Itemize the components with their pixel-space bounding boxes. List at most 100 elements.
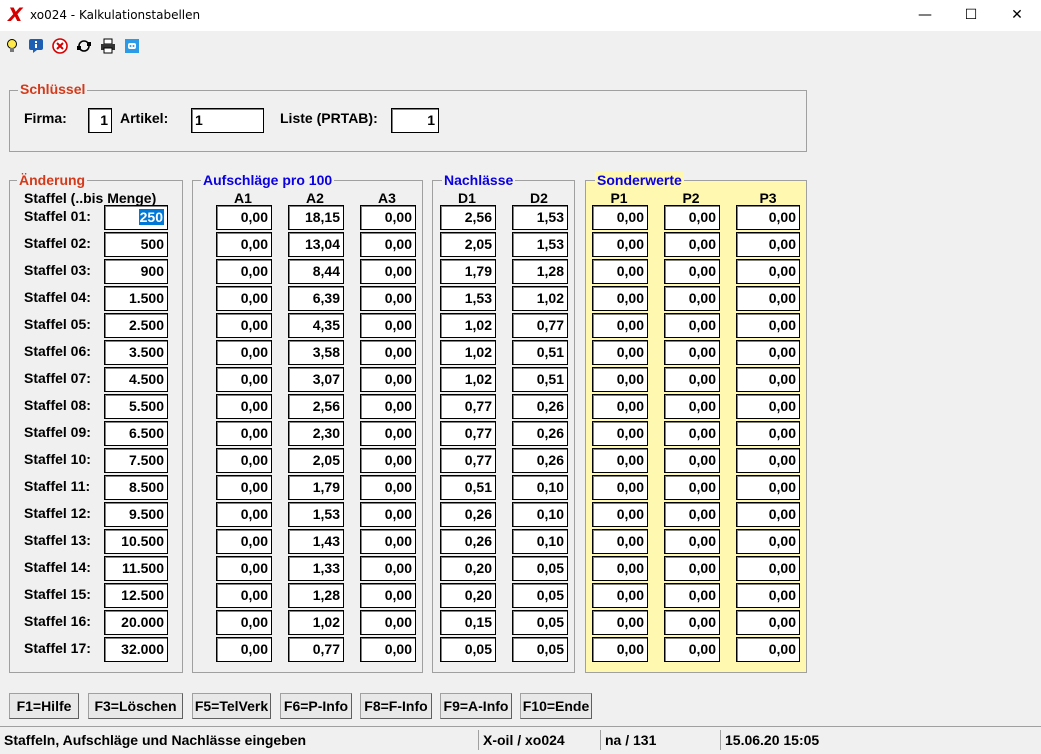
staffel-quantity-field[interactable]: 10.500 [104,529,168,554]
d2-field[interactable]: 0,26 [512,448,568,473]
p2-field[interactable]: 0,00 [664,313,720,338]
d1-field[interactable]: 2,56 [440,205,496,230]
a1-field[interactable]: 0,00 [216,637,272,662]
a3-field[interactable]: 0,00 [360,448,416,473]
a1-field[interactable]: 0,00 [216,475,272,500]
a3-field[interactable]: 0,00 [360,394,416,419]
a2-field[interactable]: 1,02 [288,610,344,635]
a1-field[interactable]: 0,00 [216,367,272,392]
staffel-quantity-field[interactable]: 250 [104,205,168,230]
printer-icon[interactable] [100,38,116,54]
d2-field[interactable]: 0,51 [512,340,568,365]
p2-field[interactable]: 0,00 [664,394,720,419]
a1-field[interactable]: 0,00 [216,610,272,635]
d1-field[interactable]: 0,20 [440,583,496,608]
staffel-quantity-field[interactable]: 32.000 [104,637,168,662]
a3-field[interactable]: 0,00 [360,340,416,365]
p3-field[interactable]: 0,00 [736,637,800,662]
staffel-quantity-field[interactable]: 6.500 [104,421,168,446]
staffel-quantity-field[interactable]: 9.500 [104,502,168,527]
a1-field[interactable]: 0,00 [216,205,272,230]
a2-field[interactable]: 2,05 [288,448,344,473]
lightbulb-icon[interactable] [4,38,20,54]
a3-field[interactable]: 0,00 [360,502,416,527]
a2-field[interactable]: 1,43 [288,529,344,554]
firma-field[interactable]: 1 [88,108,112,133]
d1-field[interactable]: 0,77 [440,448,496,473]
p2-field[interactable]: 0,00 [664,637,720,662]
p2-field[interactable]: 0,00 [664,475,720,500]
d2-field[interactable]: 1,53 [512,232,568,257]
a3-field[interactable]: 0,00 [360,232,416,257]
p1-field[interactable]: 0,00 [592,529,648,554]
f6-pinfo-button[interactable]: F6=P-Info [280,693,352,719]
d1-field[interactable]: 0,15 [440,610,496,635]
p3-field[interactable]: 0,00 [736,529,800,554]
d1-field[interactable]: 0,77 [440,394,496,419]
artikel-field[interactable]: 1 [191,108,264,133]
p3-field[interactable]: 0,00 [736,475,800,500]
a3-field[interactable]: 0,00 [360,259,416,284]
a2-field[interactable]: 3,58 [288,340,344,365]
a3-field[interactable]: 0,00 [360,421,416,446]
p3-field[interactable]: 0,00 [736,502,800,527]
a2-field[interactable]: 1,28 [288,583,344,608]
liste-field[interactable]: 1 [391,108,439,133]
a1-field[interactable]: 0,00 [216,313,272,338]
p3-field[interactable]: 0,00 [736,394,800,419]
d1-field[interactable]: 0,51 [440,475,496,500]
a1-field[interactable]: 0,00 [216,232,272,257]
d1-field[interactable]: 1,02 [440,340,496,365]
d2-field[interactable]: 0,05 [512,583,568,608]
a1-field[interactable]: 0,00 [216,394,272,419]
f3-delete-button[interactable]: F3=Löschen [88,693,183,719]
p1-field[interactable]: 0,00 [592,448,648,473]
a2-field[interactable]: 1,33 [288,556,344,581]
p2-field[interactable]: 0,00 [664,448,720,473]
p3-field[interactable]: 0,00 [736,286,800,311]
p1-field[interactable]: 0,00 [592,421,648,446]
a2-field[interactable]: 0,77 [288,637,344,662]
d1-field[interactable]: 0,26 [440,529,496,554]
a3-field[interactable]: 0,00 [360,475,416,500]
p2-field[interactable]: 0,00 [664,259,720,284]
a3-field[interactable]: 0,00 [360,313,416,338]
a3-field[interactable]: 0,00 [360,610,416,635]
staffel-quantity-field[interactable]: 20.000 [104,610,168,635]
a3-field[interactable]: 0,00 [360,367,416,392]
d1-field[interactable]: 1,79 [440,259,496,284]
a1-field[interactable]: 0,00 [216,529,272,554]
f5-telverk-button[interactable]: F5=TelVerk [192,693,271,719]
d1-field[interactable]: 0,05 [440,637,496,662]
staffel-quantity-field[interactable]: 8.500 [104,475,168,500]
a2-field[interactable]: 8,44 [288,259,344,284]
a1-field[interactable]: 0,00 [216,421,272,446]
p1-field[interactable]: 0,00 [592,313,648,338]
a3-field[interactable]: 0,00 [360,286,416,311]
p3-field[interactable]: 0,00 [736,259,800,284]
p2-field[interactable]: 0,00 [664,340,720,365]
staffel-quantity-field[interactable]: 900 [104,259,168,284]
refresh-icon[interactable] [76,38,92,54]
p3-field[interactable]: 0,00 [736,421,800,446]
close-button[interactable]: ✕ [994,0,1040,31]
stop-icon[interactable] [52,38,68,54]
a1-field[interactable]: 0,00 [216,583,272,608]
d2-field[interactable]: 0,10 [512,502,568,527]
d2-field[interactable]: 0,05 [512,556,568,581]
p3-field[interactable]: 0,00 [736,448,800,473]
d2-field[interactable]: 0,10 [512,529,568,554]
a2-field[interactable]: 6,39 [288,286,344,311]
a3-field[interactable]: 0,00 [360,529,416,554]
a1-field[interactable]: 0,00 [216,259,272,284]
staffel-quantity-field[interactable]: 11.500 [104,556,168,581]
a3-field[interactable]: 0,00 [360,637,416,662]
a3-field[interactable]: 0,00 [360,205,416,230]
staffel-quantity-field[interactable]: 3.500 [104,340,168,365]
staffel-quantity-field[interactable]: 1.500 [104,286,168,311]
a1-field[interactable]: 0,00 [216,556,272,581]
a1-field[interactable]: 0,00 [216,340,272,365]
d2-field[interactable]: 1,28 [512,259,568,284]
p1-field[interactable]: 0,00 [592,502,648,527]
p3-field[interactable]: 0,00 [736,232,800,257]
